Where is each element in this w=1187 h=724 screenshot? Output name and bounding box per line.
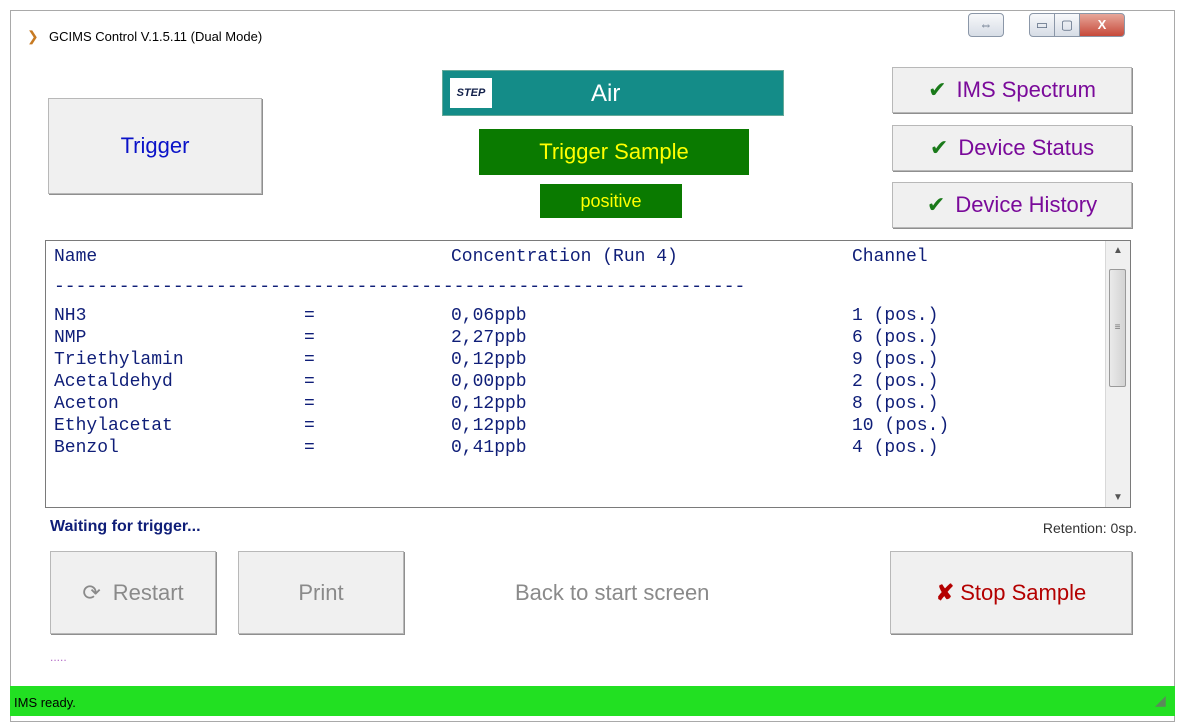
substance-name: Benzol <box>54 438 119 458</box>
concentration-value: 0,12ppb <box>451 416 527 436</box>
device-status-button[interactable]: ✔ Device Status <box>892 125 1132 171</box>
status-bar-text: IMS ready. <box>14 695 76 710</box>
substance-name: Acetaldehyd <box>54 372 173 392</box>
channel-value: 10 (pos.) <box>852 416 950 436</box>
equals-sign: = <box>304 438 315 458</box>
status-message: Waiting for trigger... <box>50 518 201 535</box>
table-row: NH3 = 0,06ppb 1 (pos.) <box>54 306 1106 328</box>
channel-value: 2 (pos.) <box>852 372 939 392</box>
device-history-button[interactable]: ✔ Device History <box>892 182 1132 228</box>
header-name: Name <box>54 247 98 267</box>
scroll-down-icon[interactable]: ▼ <box>1106 492 1130 503</box>
check-icon: ✔ <box>926 192 946 217</box>
step-value: Air <box>591 80 621 107</box>
equals-sign: = <box>304 372 315 392</box>
substance-name: Aceton <box>54 394 119 414</box>
grip-icon: ≡ <box>1114 322 1121 333</box>
substance-name: Triethylamin <box>54 350 184 370</box>
window-title: GCIMS Control V.1.5.11 (Dual Mode) <box>49 29 263 44</box>
minimize-button[interactable]: ▭ <box>1029 13 1055 37</box>
channel-value: 6 (pos.) <box>852 328 939 348</box>
header-channel: Channel <box>852 247 928 267</box>
resize-grip-icon[interactable]: ◢ <box>1155 692 1171 708</box>
maximize-button[interactable]: ▢ <box>1054 13 1080 37</box>
concentration-value: 0,41ppb <box>451 438 527 458</box>
table-row: NMP = 2,27ppb 6 (pos.) <box>54 328 1106 350</box>
cross-icon: ✘ <box>935 579 955 605</box>
stop-sample-label: Stop Sample <box>960 579 1087 605</box>
separator-line: ----------------------------------------… <box>54 277 746 297</box>
concentration-value: 0,00ppb <box>451 372 527 392</box>
step-panel: STEP Air <box>442 70 784 116</box>
back-to-start-button[interactable]: Back to start screen <box>515 580 709 606</box>
check-icon: ✔ <box>929 135 949 160</box>
ims-spectrum-label: IMS Spectrum <box>956 77 1096 102</box>
table-row: Triethylamin = 0,12ppb 9 (pos.) <box>54 350 1106 372</box>
device-history-label: Device History <box>955 192 1098 217</box>
ims-spectrum-button[interactable]: ✔ IMS Spectrum <box>892 67 1132 113</box>
results-header: Name Concentration (Run 4) Channel <box>54 247 1106 273</box>
vertical-scrollbar[interactable]: ▲ ≡ ▼ <box>1105 241 1130 507</box>
device-status-label: Device Status <box>958 135 1095 160</box>
concentration-value: 2,27ppb <box>451 328 527 348</box>
scrollbar-thumb[interactable]: ≡ <box>1109 269 1126 387</box>
equals-sign: = <box>304 416 315 436</box>
trigger-button[interactable]: Trigger <box>48 98 262 194</box>
trigger-button-label: Trigger <box>120 133 190 158</box>
stop-sample-button[interactable]: ✘ Stop Sample <box>890 551 1132 634</box>
status-bar: IMS ready. ◢ <box>10 686 1175 716</box>
step-logo: STEP <box>450 78 492 108</box>
table-row: Aceton = 0,12ppb 8 (pos.) <box>54 394 1106 416</box>
channel-value: 8 (pos.) <box>852 394 939 414</box>
channel-value: 9 (pos.) <box>852 350 939 370</box>
close-button[interactable]: X <box>1079 13 1125 37</box>
print-button[interactable]: Print <box>238 551 404 634</box>
retention-label: Retention: 0sp. <box>1042 520 1137 536</box>
equals-sign: = <box>304 394 315 414</box>
trigger-status: Trigger Sample <box>479 129 749 175</box>
check-icon: ✔ <box>928 77 947 102</box>
substance-name: Ethylacetat <box>54 416 173 436</box>
table-row: Ethylacetat = 0,12ppb 10 (pos.) <box>54 416 1106 438</box>
results-content: Name Concentration (Run 4) Channel -----… <box>54 247 1106 460</box>
print-label: Print <box>298 579 344 605</box>
substance-name: NMP <box>54 328 87 348</box>
title-bar: ❯ GCIMS Control V.1.5.11 (Dual Mode) ⇔ ▭… <box>11 11 1174 47</box>
restart-button[interactable]: ⟳ Restart <box>50 551 216 634</box>
header-concentration: Concentration (Run 4) <box>451 247 678 267</box>
concentration-value: 0,06ppb <box>451 306 527 326</box>
substance-name: NH3 <box>54 306 87 326</box>
equals-sign: = <box>304 328 315 348</box>
results-separator: ----------------------------------------… <box>54 273 1106 306</box>
table-row: Acetaldehyd = 0,00ppb 2 (pos.) <box>54 372 1106 394</box>
progress-dots: ..... <box>50 650 67 664</box>
swap-icon[interactable]: ⇔ <box>968 13 1004 37</box>
table-row: Benzol = 0,41ppb 4 (pos.) <box>54 438 1106 460</box>
concentration-value: 0,12ppb <box>451 394 527 414</box>
equals-sign: = <box>304 306 315 326</box>
results-list[interactable]: Name Concentration (Run 4) Channel -----… <box>45 240 1131 508</box>
polarity-badge: positive <box>540 184 682 218</box>
equals-sign: = <box>304 350 315 370</box>
scroll-up-icon[interactable]: ▲ <box>1106 245 1130 256</box>
channel-value: 1 (pos.) <box>852 306 939 326</box>
concentration-value: 0,12ppb <box>451 350 527 370</box>
restart-label: Restart <box>112 579 184 605</box>
refresh-icon: ⟳ <box>82 579 101 605</box>
channel-value: 4 (pos.) <box>852 438 939 458</box>
app-icon: ❯ <box>27 28 39 44</box>
